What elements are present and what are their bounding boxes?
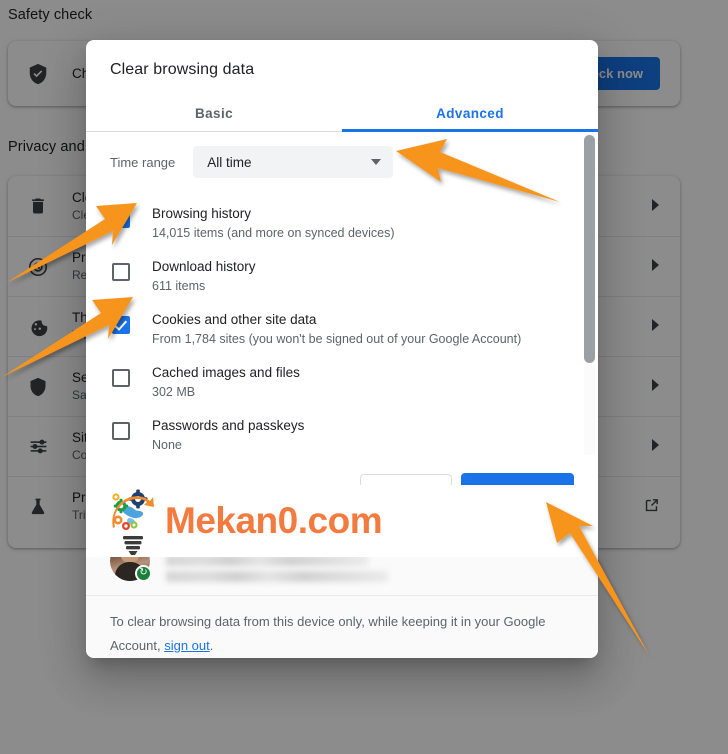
tab-advanced[interactable]: Advanced bbox=[342, 95, 598, 132]
dialog-footer-text: To clear browsing data from this device … bbox=[110, 610, 574, 658]
clear-browsing-data-dialog: Clear browsing data Basic Advanced Time … bbox=[86, 40, 598, 658]
option-sub: 302 MB bbox=[152, 385, 196, 399]
checkbox-browsing-history[interactable] bbox=[112, 210, 130, 228]
redacted-line bbox=[166, 555, 368, 566]
time-range-value: All time bbox=[207, 154, 252, 170]
checkbox-cookies-and-site-data[interactable] bbox=[112, 316, 130, 334]
option-cached-images-and-files[interactable]: Cached images and files 302 MB bbox=[86, 353, 598, 406]
redacted-line bbox=[166, 571, 388, 582]
dialog-scrollbar-thumb[interactable] bbox=[584, 135, 595, 363]
dialog-action-bar: Cancel Clear data bbox=[86, 457, 598, 525]
dialog-footer: To clear browsing data from this device … bbox=[86, 595, 598, 658]
option-cookies-and-site-data[interactable]: Cookies and other site data From 1,784 s… bbox=[86, 300, 598, 353]
sign-out-link[interactable]: sign out bbox=[164, 638, 210, 653]
chevron-down-icon bbox=[371, 159, 382, 165]
option-sub: None bbox=[152, 438, 182, 452]
time-range-select[interactable]: All time bbox=[193, 146, 394, 178]
option-passwords-and-passkeys[interactable]: Passwords and passkeys None bbox=[86, 406, 598, 457]
option-sub: From 1,784 sites (you won't be signed ou… bbox=[152, 332, 522, 346]
option-title: Passwords and passkeys bbox=[152, 418, 305, 433]
option-text: Cookies and other site data From 1,784 s… bbox=[152, 304, 521, 349]
option-sub: 611 items bbox=[152, 279, 206, 293]
option-text: Cached images and files 302 MB bbox=[152, 357, 300, 402]
option-text: Passwords and passkeys None bbox=[152, 410, 304, 455]
option-download-history[interactable]: Download history 611 items bbox=[86, 247, 598, 300]
clear-data-button[interactable]: Clear data bbox=[460, 472, 574, 510]
redacted-line bbox=[166, 539, 314, 550]
dialog-tabs: Basic Advanced bbox=[86, 95, 598, 132]
account-strip: ↻ bbox=[86, 525, 598, 595]
checkbox-download-history[interactable] bbox=[112, 263, 130, 281]
time-range-label: Time range bbox=[110, 154, 176, 170]
option-text: Browsing history 14,015 items (and more … bbox=[152, 198, 395, 243]
sync-badge-icon: ↻ bbox=[135, 564, 152, 582]
option-title: Cached images and files bbox=[152, 365, 300, 380]
option-browsing-history[interactable]: Browsing history 14,015 items (and more … bbox=[86, 194, 598, 247]
option-title: Cookies and other site data bbox=[152, 312, 317, 327]
data-type-list: Browsing history 14,015 items (and more … bbox=[86, 188, 598, 457]
footer-text-after: . bbox=[209, 638, 214, 653]
avatar: ↻ bbox=[110, 540, 152, 582]
dialog-scroll-area: Time range All time Browsing history 14,… bbox=[86, 132, 598, 457]
screenshot-root: Safety check Chrome can help keep you sa… bbox=[0, 0, 728, 754]
dialog-title: Clear browsing data bbox=[110, 61, 255, 78]
option-title: Browsing history bbox=[152, 206, 252, 221]
checkbox-passwords-and-passkeys[interactable] bbox=[112, 422, 130, 440]
option-sub: 14,015 items (and more on synced devices… bbox=[152, 226, 395, 240]
time-range-row: Time range All time bbox=[86, 132, 598, 188]
tab-basic[interactable]: Basic bbox=[86, 95, 342, 131]
option-title: Download history bbox=[152, 259, 256, 274]
account-info-redacted bbox=[166, 539, 574, 582]
option-text: Download history 611 items bbox=[152, 251, 256, 296]
checkbox-cached-images-and-files[interactable] bbox=[112, 369, 130, 387]
cancel-button[interactable]: Cancel bbox=[360, 473, 452, 509]
